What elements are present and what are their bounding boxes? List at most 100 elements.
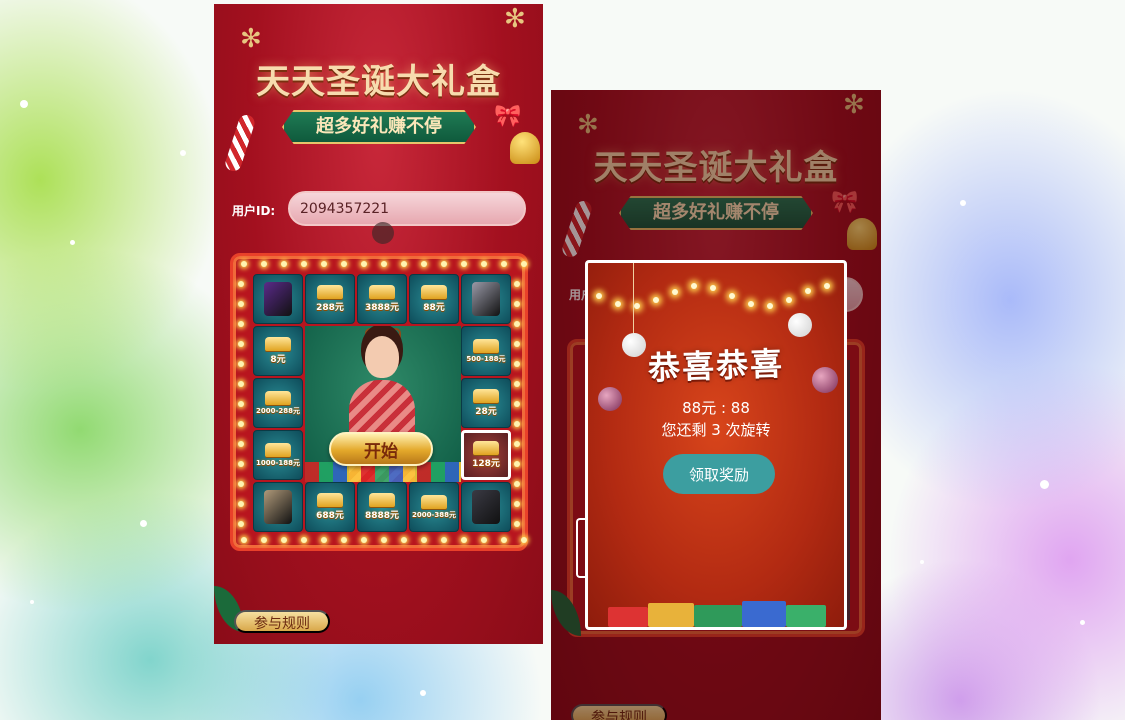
marquee-bulb xyxy=(421,537,427,543)
prize-cell: 2000-288元 xyxy=(253,378,303,428)
start-button[interactable]: 开始 xyxy=(329,432,433,466)
marquee-bulb xyxy=(281,261,287,267)
congrats-heading: 恭喜恭喜 xyxy=(647,344,785,388)
snowflake-icon: ✻ xyxy=(504,4,526,34)
marquee-bulb xyxy=(401,261,407,267)
bow-icon: 🎀 xyxy=(494,104,522,129)
marquee-bulb xyxy=(514,521,520,527)
user-id-input[interactable] xyxy=(288,191,526,226)
marquee-bulb xyxy=(238,361,244,367)
gold-coins-icon xyxy=(265,337,291,351)
marquee-bulb xyxy=(481,261,487,267)
light-bulb xyxy=(615,300,621,307)
gold-coins-icon xyxy=(317,285,343,299)
marquee-bulb xyxy=(321,537,327,543)
marquee-bulb xyxy=(514,321,520,327)
marquee-bulb xyxy=(238,381,244,387)
light-bulb xyxy=(710,285,716,292)
prize-label: 1000-188元 xyxy=(256,458,300,467)
gift-box-icon xyxy=(786,605,826,627)
marquee-bulb xyxy=(241,537,247,543)
congrats-modal: 恭喜恭喜 88元 : 88 您还剩 3 次旋转 领取奖励 xyxy=(585,260,847,630)
marquee-bulb xyxy=(441,537,447,543)
candy-cane-icon xyxy=(223,112,257,174)
marquee-bulb xyxy=(514,481,520,487)
gold-coins-icon xyxy=(473,389,499,403)
prize-cell: 288元 xyxy=(305,274,355,324)
gift-box-icon xyxy=(648,603,694,627)
marquee-bulb xyxy=(341,261,347,267)
marquee-bulb xyxy=(238,321,244,327)
center-banner: 开始 xyxy=(305,326,461,482)
ornament-string xyxy=(633,263,634,335)
marquee-bulb xyxy=(514,461,520,467)
rules-button[interactable]: 参与规则 xyxy=(234,610,330,633)
prize-cell: 8元 xyxy=(253,326,303,376)
prize-cell: 128元 xyxy=(461,430,511,480)
light-bulb xyxy=(786,297,792,304)
prize-label: 8元 xyxy=(270,355,286,365)
marquee-bulb xyxy=(421,261,427,267)
prize-label: 288元 xyxy=(316,303,344,313)
marquee-bulb xyxy=(261,537,267,543)
marquee-bulb xyxy=(238,481,244,487)
marquee-bulb xyxy=(521,537,527,543)
marquee-bulb xyxy=(238,421,244,427)
prize-cell-product xyxy=(253,274,303,324)
product-image xyxy=(264,490,292,524)
marquee-bulb xyxy=(238,401,244,407)
light-bulb xyxy=(767,302,773,309)
marquee-bulb xyxy=(461,537,467,543)
remaining-spins: 您还剩 3 次旋转 xyxy=(661,421,771,439)
light-bulb xyxy=(805,288,811,295)
product-image xyxy=(472,490,500,524)
gift-boxes xyxy=(608,599,844,627)
lottery-screen-main: ✻ ✻ 天天圣诞大礼盒 超多好礼赚不停 🎀 用户ID: 开始 288元 3888元… xyxy=(214,4,543,644)
prize-cell: 28元 xyxy=(461,378,511,428)
gold-coins-icon xyxy=(473,338,499,353)
gold-coins-icon xyxy=(421,285,447,299)
user-id-label: 用户ID: xyxy=(232,204,276,218)
marquee-bulb xyxy=(501,537,507,543)
marquee-bulb xyxy=(441,261,447,267)
marquee-bulb xyxy=(238,281,244,287)
prize-label: 688元 xyxy=(316,511,344,521)
light-bulb xyxy=(748,300,754,307)
gold-coins-icon xyxy=(317,493,343,507)
marquee-bulb xyxy=(514,281,520,287)
marquee-bulb xyxy=(361,537,367,543)
marquee-bulb xyxy=(238,521,244,527)
marquee-bulb xyxy=(238,501,244,507)
bell-icon xyxy=(510,132,540,164)
snowflake-icon: ✻ xyxy=(240,24,262,54)
prize-label: 8888元 xyxy=(364,511,400,521)
ornament-icon xyxy=(788,313,812,337)
gold-coins-icon xyxy=(265,390,291,405)
marquee-bulb xyxy=(381,261,387,267)
marquee-bulb xyxy=(238,341,244,347)
marquee-bulb xyxy=(361,261,367,267)
marquee-bulb xyxy=(501,261,507,267)
marquee-bulb xyxy=(521,261,527,267)
prize-cell: 88元 xyxy=(409,274,459,324)
page-title: 天天圣诞大礼盒 xyxy=(256,62,501,102)
gold-coins-icon xyxy=(421,494,447,509)
gift-box-icon xyxy=(694,605,742,627)
prize-label: 88元 xyxy=(423,303,445,313)
claim-reward-button[interactable]: 领取奖励 xyxy=(663,454,775,494)
light-bulb xyxy=(729,293,735,300)
gift-box-icon xyxy=(742,601,786,627)
gold-coins-icon xyxy=(265,442,291,457)
marquee-bulb xyxy=(341,537,347,543)
light-bulb xyxy=(653,297,659,304)
prize-result: 88元 : 88 xyxy=(682,399,750,417)
page-subtitle: 超多好礼赚不停 xyxy=(282,110,476,144)
marquee-bulb xyxy=(461,261,467,267)
prize-label: 2000-388元 xyxy=(412,510,456,519)
marquee-bulb xyxy=(481,537,487,543)
prize-label: 28元 xyxy=(475,407,497,417)
marquee-bulb xyxy=(514,441,520,447)
prize-grid: 开始 288元 3888元 88元 500-188元 28元 128元 2000-388元 8… xyxy=(253,274,513,534)
marquee-bulb xyxy=(321,261,327,267)
prize-label: 3888元 xyxy=(364,303,400,313)
